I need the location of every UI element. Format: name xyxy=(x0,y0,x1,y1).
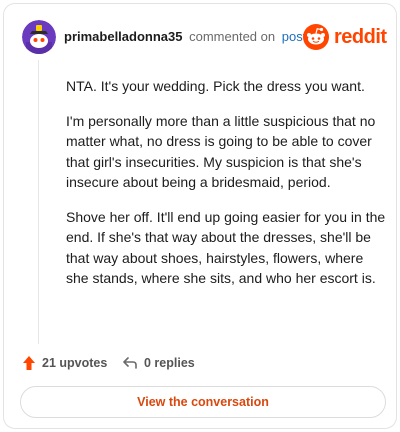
reply-count: 0 replies xyxy=(144,356,195,370)
reply-icon xyxy=(123,357,137,369)
comment-body: NTA. It's your wedding. Pick the dress y… xyxy=(66,76,386,303)
author-name[interactable]: primabelladonna35 xyxy=(64,29,182,44)
thread-line xyxy=(38,60,39,344)
author-line: primabelladonna35 commented on post xyxy=(64,29,306,45)
reddit-logo[interactable]: reddit xyxy=(302,23,387,53)
comment-header: primabelladonna35 commented on post redd… xyxy=(22,20,387,56)
comment-paragraph: I'm personally more than a little suspic… xyxy=(66,112,376,191)
reddit-logo-icon xyxy=(303,24,329,50)
comment-paragraph: NTA. It's your wedding. Pick the dress y… xyxy=(66,78,365,94)
view-conversation-button[interactable]: View the conversation xyxy=(20,386,386,418)
upvote-icon xyxy=(23,356,35,370)
comment-paragraph: Shove her off. It'll end up going easier… xyxy=(66,208,386,287)
reddit-wordmark: reddit xyxy=(334,26,387,48)
upvote-count: 21 upvotes xyxy=(42,356,108,370)
comment-meta: commented on xyxy=(189,29,276,44)
upvote-button[interactable]: 21 upvotes xyxy=(22,352,107,374)
reply-button[interactable]: 0 replies xyxy=(122,352,195,374)
comment-card: primabelladonna35 commented on post redd… xyxy=(3,3,397,429)
avatar[interactable] xyxy=(22,20,56,54)
